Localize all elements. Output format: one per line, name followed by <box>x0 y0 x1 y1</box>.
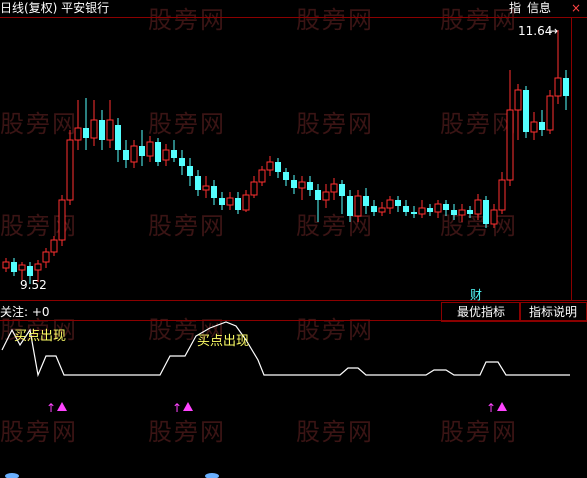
candle-body <box>347 196 353 216</box>
indicator-explain-button[interactable]: 指标说明 <box>519 302 587 322</box>
candle-body <box>2 261 10 269</box>
candle-body <box>99 120 105 140</box>
candle-body <box>339 184 345 196</box>
candle-body <box>514 89 522 111</box>
buy-arrow-icon: ↑ <box>486 401 496 415</box>
candle-body <box>27 266 33 276</box>
candle-body <box>34 263 42 271</box>
candle-body <box>434 203 442 213</box>
candle-body <box>563 78 569 96</box>
candle-body <box>235 198 241 210</box>
candle-body <box>146 141 154 157</box>
candle-body <box>258 169 266 183</box>
candle-body <box>275 162 281 172</box>
buy-arrow-icon: ↑ <box>46 401 56 415</box>
candle-body <box>298 181 306 189</box>
candle-body <box>363 196 369 206</box>
candle-body <box>315 190 321 200</box>
candle-body <box>123 150 129 160</box>
candle-body <box>291 180 297 188</box>
buy-triangle-icon <box>497 402 507 411</box>
focus-label: 关注: +0 <box>0 305 50 319</box>
candle-body <box>307 182 313 190</box>
low-price-label: 9.52 <box>20 278 47 292</box>
candle-body <box>58 199 66 241</box>
candle-body <box>498 179 506 211</box>
buy-arrow-icon: ↑ <box>172 401 182 415</box>
candle-body <box>467 210 473 214</box>
cai-badge[interactable]: 财 <box>470 286 482 303</box>
candle-body <box>195 176 201 190</box>
buy-triangle-icon <box>183 402 193 411</box>
candlestick-chart: ↑ ↑ ↑ <box>1 30 570 478</box>
candle-body <box>490 209 498 225</box>
indicator-line <box>1 321 570 378</box>
candle-body <box>266 161 274 171</box>
candle-body <box>354 195 362 217</box>
candle-body <box>74 127 82 141</box>
right-arrow-icon: → <box>548 24 559 38</box>
candle-body <box>483 200 489 224</box>
candle-body <box>411 212 417 214</box>
scroll-marker[interactable] <box>205 473 219 478</box>
candle-body <box>395 200 401 206</box>
candle-body <box>155 142 161 162</box>
candle-body <box>130 145 138 163</box>
candle-body <box>162 149 170 161</box>
candle-body <box>371 206 377 212</box>
candle-body <box>90 119 98 139</box>
candle-body <box>427 208 433 212</box>
scroll-marker[interactable] <box>5 473 19 478</box>
candle-body <box>523 90 529 132</box>
candle-body <box>219 198 225 205</box>
candle-body <box>115 125 121 150</box>
candle-body <box>386 199 394 209</box>
candle-body <box>546 95 554 131</box>
candle-body <box>187 166 193 176</box>
best-indicator-button[interactable]: 最优指标 <box>441 302 521 322</box>
candle-body <box>443 204 449 210</box>
candle-body <box>283 172 289 180</box>
candle-body <box>179 158 185 166</box>
candle-body <box>458 209 466 216</box>
candle-body <box>139 146 145 156</box>
candle-body <box>554 77 562 97</box>
candle-body <box>18 264 26 271</box>
buy-triangle-icon <box>57 402 67 411</box>
candle-body <box>106 119 114 141</box>
candle-body <box>66 139 74 201</box>
candle-body <box>42 251 50 263</box>
candle-body <box>322 191 330 201</box>
candle-body <box>242 194 250 211</box>
buy-point-label: 买点出现 <box>197 334 250 349</box>
candle-body <box>202 185 210 191</box>
candle-body <box>211 186 217 198</box>
candle-body <box>378 207 386 213</box>
candle-body <box>418 207 426 215</box>
candle-body <box>330 183 338 193</box>
candle-body <box>171 150 177 158</box>
buy-point-label: 买点出现 <box>14 329 67 344</box>
candle-body <box>50 239 58 253</box>
candle-body <box>250 181 258 196</box>
candle-body <box>474 199 482 215</box>
candle-body <box>539 122 545 130</box>
candle-body <box>11 262 17 272</box>
candle-body <box>403 206 409 212</box>
candle-body <box>530 121 538 133</box>
candle-body <box>226 197 234 206</box>
candle-body <box>83 128 89 138</box>
candle-body <box>506 109 514 181</box>
candle-body <box>451 210 457 215</box>
